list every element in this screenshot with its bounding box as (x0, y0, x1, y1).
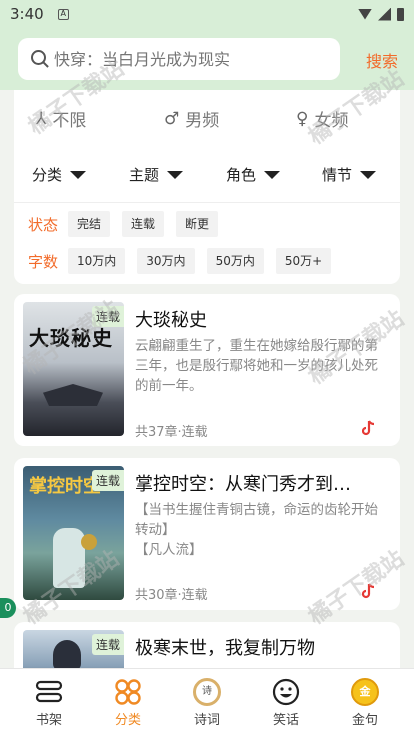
status-badge: 连载 (91, 306, 124, 327)
gender-filter-female[interactable]: ♀ 女频 (296, 106, 349, 132)
book-cover[interactable]: 掌控时空 连载 (23, 466, 124, 600)
book-title: 极寒末世，我复制万物 (135, 638, 315, 659)
book-meta: 共30章·连载 (135, 588, 208, 603)
nav-bookshelf[interactable]: 书架 (19, 677, 79, 728)
male-icon: ♂ (164, 108, 180, 129)
book-cover[interactable]: 连载 (23, 630, 124, 668)
gender-filter-label: 男频 (185, 111, 220, 131)
status-badge: 连载 (91, 634, 124, 655)
tiktok-icon[interactable] (362, 583, 376, 599)
search-header: 搜索 (0, 28, 414, 90)
search-icon (30, 49, 50, 69)
caret-down-icon (167, 170, 184, 179)
status-badge: 连载 (91, 470, 124, 491)
bottom-navigation: 书架 分类 诗 诗词 笑话 金 金句 (0, 668, 414, 736)
cover-palace-art (43, 384, 103, 406)
wordcount-filter-label: 字数 (28, 252, 59, 271)
nav-label: 书架 (35, 713, 62, 728)
tag-words-500k-plus[interactable]: 50万+ (275, 248, 332, 274)
gender-filter-any[interactable]: ⅄ 不限 (36, 106, 87, 132)
tag-words-500k[interactable]: 50万内 (206, 248, 264, 274)
cover-figure-art (53, 528, 85, 588)
dropdown-role[interactable]: 角色 (226, 164, 281, 185)
floating-counter-badge[interactable]: 0 (0, 598, 16, 618)
nav-category[interactable]: 分类 (98, 677, 158, 728)
any-gender-icon: ⅄ (36, 108, 47, 129)
battery-icon (397, 7, 404, 21)
bookshelf-icon (19, 677, 79, 707)
search-box[interactable] (18, 38, 340, 80)
book-description: 【当书生握住青铜古镜，命运的齿轮开始转动】 【凡人流】 (135, 502, 378, 558)
book-title: 掌控时空：从寒门秀才到… (135, 474, 351, 495)
category-filter-row: 分类 主题 角色 情节 (14, 164, 400, 188)
wifi-icon (358, 8, 372, 20)
book-description: 云翩翩重生了，重生在她嫁给殷行鄢的第三年，也是殷行鄢将她和一岁的孩儿处死的前一年… (135, 338, 378, 394)
filter-panel: ⅄ 不限 ♂ 男频 ♀ 女频 分类 主题 角色 情节 状态 完结 连载 断更 字… (14, 90, 400, 284)
gender-filter-row: ⅄ 不限 ♂ 男频 ♀ 女频 (14, 106, 400, 136)
dropdown-label: 角色 (226, 166, 257, 184)
poem-icon: 诗 (177, 677, 237, 707)
notification-icon: A (57, 8, 69, 20)
caret-down-icon (360, 170, 377, 179)
nav-label: 金句 (351, 713, 378, 728)
nav-label: 诗词 (193, 713, 220, 728)
golden-quote-icon: 金 (335, 677, 395, 707)
nav-poem[interactable]: 诗 诗词 (177, 677, 237, 728)
book-card[interactable]: 大琰秘史 连载 大琰秘史 云翩翩重生了，重生在她嫁给殷行鄢的第三年，也是殷行鄢将… (14, 294, 400, 446)
book-card[interactable]: 掌控时空 连载 掌控时空：从寒门秀才到… 【当书生握住青铜古镜，命运的齿轮开始转… (14, 458, 400, 610)
tag-words-100k[interactable]: 10万内 (68, 248, 126, 274)
cover-figure-art (53, 640, 81, 668)
signal-icon (378, 7, 391, 21)
cover-mirror-art (81, 534, 97, 550)
dropdown-label: 分类 (32, 166, 63, 184)
divider (14, 202, 400, 203)
cover-title: 掌控时空 (29, 476, 101, 497)
status-bar: 3:40 A (0, 0, 414, 28)
status-filter-label: 状态 (28, 215, 59, 234)
category-icon (98, 677, 158, 707)
book-title: 大琰秘史 (135, 310, 207, 331)
nav-golden-quote[interactable]: 金 金句 (335, 677, 395, 728)
dropdown-plot[interactable]: 情节 (322, 164, 377, 185)
search-input[interactable] (54, 49, 324, 69)
dropdown-theme[interactable]: 主题 (129, 164, 184, 185)
dropdown-category[interactable]: 分类 (32, 164, 87, 185)
tag-status-completed[interactable]: 完结 (68, 211, 111, 237)
tag-status-ongoing[interactable]: 连载 (122, 211, 165, 237)
tag-words-300k[interactable]: 30万内 (137, 248, 195, 274)
caret-down-icon (264, 170, 281, 179)
gender-filter-label: 女频 (314, 111, 349, 131)
status-time: 3:40 (10, 5, 44, 23)
joke-icon (256, 677, 316, 707)
book-card[interactable]: 连载 极寒末世，我复制万物 (14, 622, 400, 668)
caret-down-icon (70, 170, 87, 179)
search-button[interactable]: 搜索 (366, 48, 398, 72)
gender-filter-male[interactable]: ♂ 男频 (164, 106, 220, 132)
dropdown-label: 情节 (322, 166, 353, 184)
poem-seal: 诗 (193, 678, 221, 706)
status-filter-row: 状态 完结 连载 断更 (28, 211, 230, 237)
tiktok-icon[interactable] (362, 420, 376, 436)
wordcount-filter-row: 字数 10万内 30万内 50万内 50万+ (28, 248, 343, 274)
gender-filter-label: 不限 (52, 111, 87, 131)
tag-status-paused[interactable]: 断更 (176, 211, 219, 237)
nav-label: 分类 (114, 713, 141, 728)
book-meta: 共37章·连载 (135, 425, 208, 440)
dropdown-label: 主题 (129, 166, 160, 184)
book-cover[interactable]: 大琰秘史 连载 (23, 302, 124, 436)
nav-joke[interactable]: 笑话 (256, 677, 316, 728)
nav-label: 笑话 (272, 713, 299, 728)
female-icon: ♀ (296, 108, 309, 129)
gold-coin: 金 (351, 678, 379, 706)
